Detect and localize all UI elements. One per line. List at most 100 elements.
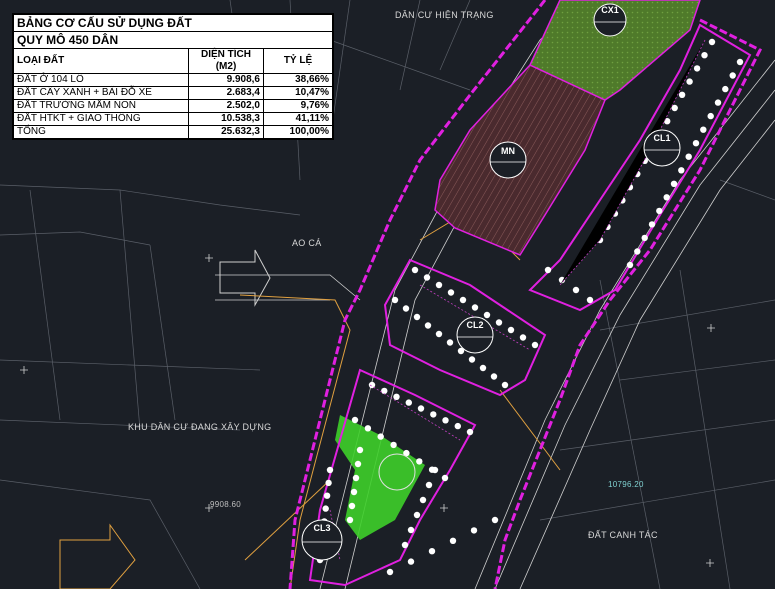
lot-marker — [736, 58, 744, 66]
plot-label-cl2: CL2 — [466, 320, 484, 330]
row-type: ĐẤT CÂY XANH + BÃI ĐỖ XE — [13, 86, 189, 100]
lot-marker — [692, 140, 700, 147]
lot-marker — [413, 511, 421, 519]
row-type: ĐẤT Ở 104 LÔ — [13, 73, 189, 87]
lot-marker — [325, 479, 332, 487]
lot-marker — [354, 460, 362, 468]
label-elevation-right: 10796.20 — [608, 480, 644, 489]
lot-marker — [322, 505, 329, 512]
lot-marker — [424, 322, 432, 329]
lot-marker — [391, 296, 399, 304]
row-area: 2.502,0 — [188, 99, 264, 113]
lot-marker — [656, 207, 663, 215]
lot-marker — [722, 85, 729, 93]
row-area: 2.683,4 — [188, 86, 264, 100]
lot-marker — [356, 446, 364, 454]
lot-marker — [351, 416, 359, 424]
lot-marker — [348, 502, 356, 510]
lot-marker — [441, 474, 449, 482]
lot-marker — [700, 126, 707, 133]
plot-label-cl3: CL3 — [313, 523, 331, 533]
row-type: ĐẤT TRƯỜNG MẦM NON — [13, 99, 189, 113]
table-row: ĐẤT CÂY XANH + BÃI ĐỖ XE 2.683,4 10,47% — [13, 86, 333, 100]
lot-marker — [405, 399, 412, 406]
lot-marker — [626, 261, 634, 269]
plot-label-cx1: CX1 — [601, 5, 619, 15]
lot-marker — [648, 221, 656, 228]
lot-marker — [417, 405, 425, 412]
lot-marker — [491, 516, 499, 524]
lot-marker — [407, 526, 415, 534]
row-ratio: 41,11% — [263, 112, 333, 126]
lot-marker — [663, 194, 670, 201]
lot-marker — [381, 387, 388, 395]
lot-marker — [507, 326, 515, 334]
lot-marker — [708, 38, 716, 46]
lot-marker — [402, 305, 410, 312]
lot-marker — [729, 72, 736, 79]
row-area: 9.908,6 — [188, 73, 264, 87]
lot-marker — [468, 356, 476, 363]
row-ratio: 10,47% — [263, 86, 333, 100]
lot-marker — [431, 466, 439, 474]
row-area: 10.538,3 — [188, 112, 264, 126]
lot-marker — [425, 481, 433, 489]
lot-marker — [326, 466, 334, 474]
label-dan-cu-hien-trang: DÂN CƯ HIỆN TRẠNG — [395, 10, 494, 20]
row-area: 25.632,3 — [188, 125, 264, 139]
lot-marker — [454, 422, 461, 430]
lot-marker — [544, 266, 552, 274]
lot-marker — [693, 65, 701, 72]
lot-marker — [459, 296, 467, 304]
lot-marker — [531, 341, 539, 349]
row-ratio: 38,66% — [263, 73, 333, 87]
lot-marker — [419, 496, 427, 504]
lot-marker — [519, 334, 527, 341]
table-subtitle: QUY MÔ 450 DÂN — [13, 31, 333, 49]
lot-marker — [685, 153, 692, 160]
table-row: ĐẤT Ở 104 LÔ 9.908,6 38,66% — [13, 73, 333, 87]
lot-marker — [442, 417, 449, 424]
plot-label-mn: MN — [501, 146, 515, 156]
lot-marker — [678, 91, 686, 99]
lot-marker — [435, 330, 443, 338]
row-type: TỔNG — [13, 125, 189, 139]
lot-marker — [423, 274, 431, 281]
label-ao-ca: AO CÁ — [292, 238, 322, 248]
lot-marker — [413, 313, 421, 321]
lot-marker — [572, 286, 580, 294]
table-title: BẢNG CƠ CẤU SỬ DỤNG ĐẤT — [13, 14, 333, 32]
lot-marker — [346, 516, 354, 524]
row-ratio: 9,76% — [263, 99, 333, 113]
lot-marker — [501, 381, 509, 389]
lot-marker — [352, 474, 360, 482]
lot-marker — [490, 373, 498, 380]
lot-marker — [386, 568, 394, 576]
row-ratio: 100,00% — [263, 125, 333, 139]
row-type: ĐẤT HTKT + GIAO THÔNG — [13, 112, 189, 126]
lot-marker — [428, 548, 436, 555]
col-header-ratio: TỶ LỆ — [263, 48, 333, 74]
lot-marker — [714, 99, 722, 106]
lot-marker — [390, 441, 397, 449]
lot-marker — [479, 364, 487, 372]
lot-marker — [707, 112, 714, 120]
lot-marker — [449, 537, 457, 544]
lot-marker — [483, 311, 491, 319]
lot-marker — [447, 289, 455, 296]
lot-marker — [364, 425, 372, 432]
label-elevation-left: 9908.60 — [210, 500, 242, 509]
lot-marker — [634, 248, 641, 255]
lot-marker — [466, 428, 474, 436]
lot-marker — [471, 304, 479, 311]
label-dat-canh-tac: ĐẤT CANH TÁC — [588, 530, 658, 540]
lot-marker — [350, 488, 358, 496]
col-header-type: LOẠI ĐẤT — [13, 48, 189, 74]
lot-marker — [435, 281, 443, 289]
lot-marker — [377, 433, 384, 440]
land-use-table: BẢNG CƠ CẤU SỬ DỤNG ĐẤT QUY MÔ 450 DÂN L… — [12, 13, 334, 140]
lot-marker — [670, 180, 678, 187]
lot-marker — [407, 558, 415, 565]
lot-marker — [641, 234, 648, 242]
lot-marker — [686, 78, 693, 85]
